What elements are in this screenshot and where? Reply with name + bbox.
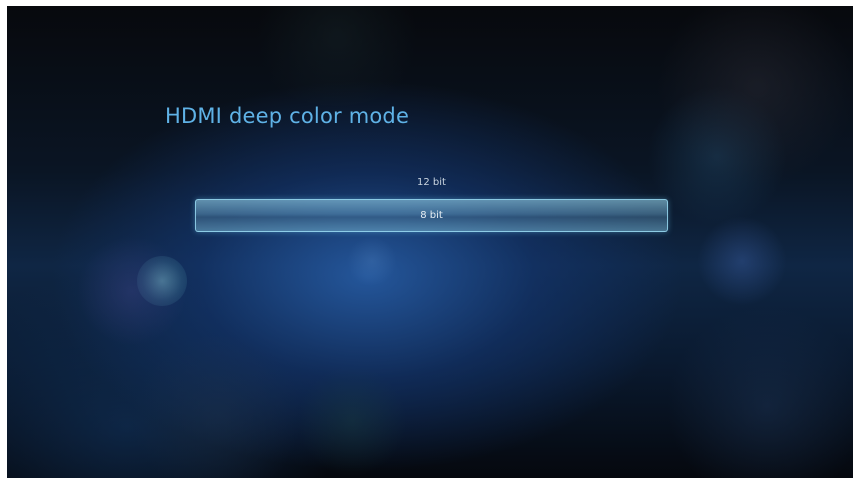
option-label: 12 bit (417, 177, 446, 188)
bokeh-light (127, 336, 307, 478)
bokeh-light (647, 86, 787, 226)
bokeh-light (247, 6, 427, 106)
options-list: 12 bit 8 bit (195, 166, 668, 232)
bokeh-light (137, 256, 187, 306)
bokeh-light (667, 306, 853, 478)
bokeh-light (697, 216, 787, 306)
bokeh-light (657, 6, 853, 186)
page-title: HDMI deep color mode (165, 104, 410, 128)
option-label: 8 bit (420, 210, 443, 221)
bokeh-light (297, 366, 407, 476)
option-8-bit-selected[interactable]: 8 bit (195, 199, 668, 232)
bokeh-light (77, 236, 187, 346)
option-12-bit[interactable]: 12 bit (195, 166, 668, 199)
bokeh-light (347, 236, 397, 286)
tv-menu-screen: HDMI deep color mode 12 bit 8 bit (7, 6, 853, 478)
